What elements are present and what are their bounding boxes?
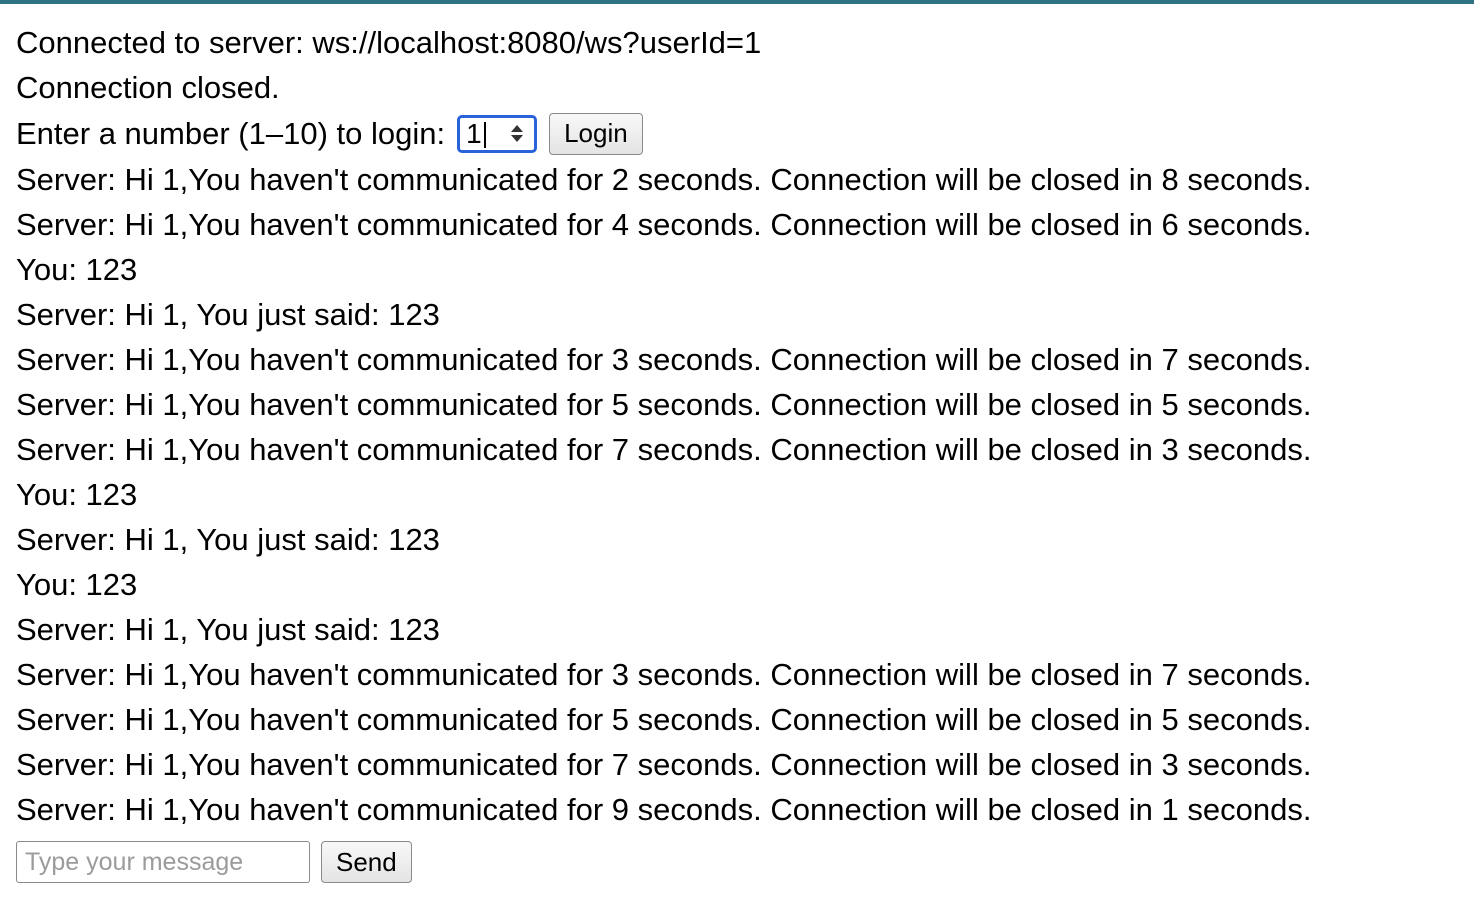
message-line: Server: Hi 1,You haven't communicated fo… <box>16 747 1312 782</box>
message-line: Server: Hi 1,You haven't communicated fo… <box>16 792 1312 827</box>
message-line: Server: Hi 1, You just said: 123 <box>16 612 440 647</box>
message-line: Server: Hi 1,You haven't communicated fo… <box>16 387 1312 422</box>
user-number-input[interactable]: 1 <box>457 114 538 153</box>
send-button[interactable]: Send <box>321 841 412 883</box>
message-line: Server: Hi 1,You haven't communicated fo… <box>16 207 1312 242</box>
login-form: Enter a number (1–10) to login: 1 Login <box>16 110 1466 157</box>
message-line: Server: Hi 1,You haven't communicated fo… <box>16 432 1312 467</box>
spinner-down-icon[interactable] <box>511 135 524 142</box>
login-button[interactable]: Login <box>549 112 643 155</box>
number-spinner[interactable] <box>508 119 526 149</box>
message-line: Server: Hi 1, You just said: 123 <box>16 522 440 557</box>
user-number-value: 1 <box>466 118 486 150</box>
top-accent-bar <box>0 0 1474 4</box>
message-line: Server: Hi 1,You haven't communicated fo… <box>16 657 1312 692</box>
connection-closed-status: Connection closed. <box>16 70 280 105</box>
message-log: Server: Hi 1,You haven't communicated fo… <box>16 157 1466 832</box>
connection-status: Connected to server: ws://localhost:8080… <box>16 25 762 60</box>
message-line: Server: Hi 1,You haven't communicated fo… <box>16 162 1312 197</box>
message-line: Server: Hi 1, You just said: 123 <box>16 297 440 332</box>
chat-page: Connected to server: ws://localhost:8080… <box>16 20 1466 883</box>
composer: Send <box>16 841 1466 883</box>
message-line: You: 123 <box>16 252 138 287</box>
spinner-up-icon[interactable] <box>511 125 524 132</box>
message-line: You: 123 <box>16 567 138 602</box>
message-line: Server: Hi 1,You haven't communicated fo… <box>16 702 1312 737</box>
message-line: You: 123 <box>16 477 138 512</box>
message-input[interactable] <box>16 841 310 883</box>
message-line: Server: Hi 1,You haven't communicated fo… <box>16 342 1312 377</box>
login-label: Enter a number (1–10) to login: <box>16 115 446 151</box>
